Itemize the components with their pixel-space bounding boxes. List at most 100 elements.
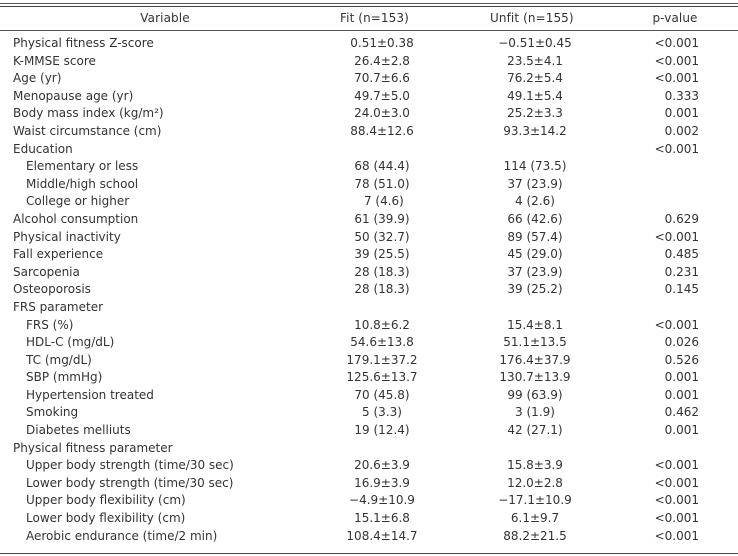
cell-unfit: 88.2±21.5 <box>503 528 567 543</box>
cell-fit: 15.1±6.8 <box>354 511 410 526</box>
table-row: Hypertension treated 70 (45.8) 99 (63.9) 0.… <box>0 387 738 405</box>
cell-unfit: −0.51±0.45 <box>498 36 572 50</box>
cell-pvalue: 0.026 <box>664 335 699 350</box>
table-row: Body mass index (kg/m²) 24.0±3.0 25.2±3.3 0… <box>0 105 738 123</box>
cell-fit: 70.7±6.6 <box>354 71 410 86</box>
cell-pvalue: 0.231 <box>664 264 699 279</box>
cell-pvalue: 0.001 <box>664 106 699 121</box>
header-variable: Variable <box>140 11 190 25</box>
cell-unfit: 93.3±14.2 <box>503 123 567 138</box>
cell-fit: 5 (3.3) <box>362 405 402 420</box>
cell-unfit: 4 (2.6) <box>515 194 555 209</box>
table-row: TC (mg/dL) 179.1±37.2 176.4±37.9 0.526 <box>0 352 738 370</box>
table-body: Physical fitness Z-score 0.51±0.38 −0.51±0… <box>0 35 738 545</box>
cell-variable: College or higher <box>26 194 130 209</box>
table-row: Physical fitness Z-score 0.51±0.38 −0.51±0… <box>0 35 738 53</box>
table-row: HDL-C (mg/dL) 54.6±13.8 51.1±13.5 0.026 <box>0 334 738 352</box>
header-pvalue: p-value <box>652 11 698 25</box>
cell-pvalue: 0.001 <box>664 370 699 385</box>
cell-variable: SBP (mmHg) <box>26 370 103 385</box>
cell-unfit: 130.7±13.9 <box>499 370 571 385</box>
cell-fit: 24.0±3.0 <box>354 106 410 121</box>
cell-unfit: 176.4±37.9 <box>499 352 571 367</box>
cell-unfit: 37 (23.9) <box>507 176 563 191</box>
table-row: Waist circumstance (cm) 88.4±12.6 93.3±14.… <box>0 123 738 141</box>
cell-unfit: 37 (23.9) <box>507 264 563 279</box>
cell-fit: 16.9±3.9 <box>354 475 410 490</box>
cell-unfit: 76.2±5.4 <box>507 71 563 86</box>
cell-unfit: 23.5±4.1 <box>507 53 563 68</box>
cell-pvalue: 0.526 <box>664 352 699 367</box>
cell-pvalue: 0.485 <box>664 247 699 262</box>
cell-variable: Body mass index (kg/m²) <box>13 106 164 121</box>
cell-pvalue: 0.001 <box>664 423 699 438</box>
cell-fit: 10.8±6.2 <box>354 317 410 332</box>
cell-pvalue: <0.001 <box>654 229 699 244</box>
cell-variable: Sarcopenia <box>13 264 80 279</box>
cell-pvalue: <0.001 <box>654 36 699 50</box>
table-row: Upper body strength (time/30 sec) 20.6±3.… <box>0 457 738 475</box>
cell-variable: Physical fitness Z-score <box>13 36 154 50</box>
cell-pvalue: <0.001 <box>654 493 699 508</box>
cell-variable: FRS (%) <box>26 317 74 332</box>
table-row: K-MMSE score 26.4±2.8 23.5±4.1 <0.001 <box>0 53 738 71</box>
cell-pvalue: 0.629 <box>664 211 699 226</box>
cell-variable: FRS parameter <box>13 299 104 314</box>
cell-pvalue: 0.145 <box>664 282 699 297</box>
cell-unfit: 99 (63.9) <box>507 387 563 402</box>
cell-unfit: 39 (25.2) <box>507 282 563 297</box>
cell-pvalue: <0.001 <box>654 71 699 86</box>
table-row: Age (yr) 70.7±6.6 76.2±5.4 <0.001 <box>0 70 738 88</box>
cell-variable: Elementary or less <box>26 159 139 174</box>
table-row: Physical fitness parameter <box>0 440 738 458</box>
cell-variable: Menopause age (yr) <box>13 88 134 103</box>
cell-unfit: 51.1±13.5 <box>503 335 567 350</box>
cell-variable: Education <box>13 141 73 156</box>
cell-variable: Fall experience <box>13 247 104 262</box>
cell-unfit: −17.1±10.9 <box>498 493 572 508</box>
cell-unfit: 15.4±8.1 <box>507 317 563 332</box>
table-row: Sarcopenia 28 (18.3) 37 (23.9) 0.231 <box>0 264 738 282</box>
cell-pvalue: <0.001 <box>654 53 699 68</box>
cell-fit: 125.6±13.7 <box>346 370 418 385</box>
cell-variable: Osteoporosis <box>13 282 91 297</box>
cell-unfit: 12.0±2.8 <box>507 475 563 490</box>
table-row: FRS (%) 10.8±6.2 15.4±8.1 <0.001 <box>0 317 738 335</box>
cell-fit: 61 (39.9) <box>354 211 410 226</box>
cell-unfit: 45 (29.0) <box>507 247 563 262</box>
cell-variable: Physical inactivity <box>13 229 121 244</box>
table-row: Upper body flexibility (cm) −4.9±10.9 −17.… <box>0 492 738 510</box>
cell-fit: 54.6±13.8 <box>350 335 414 350</box>
table-row: Lower body strength (time/30 sec) 16.9±3.… <box>0 475 738 493</box>
cell-pvalue: <0.001 <box>654 528 699 543</box>
bottom-rule <box>0 553 738 554</box>
cell-unfit: 49.1±5.4 <box>507 88 563 103</box>
table-row: Physical inactivity 50 (32.7) 89 (57.4) <0.… <box>0 229 738 247</box>
table-row: FRS parameter <box>0 299 738 317</box>
table-header: Variable Fit (n=153) Unfit (n=155) p-val… <box>0 7 738 31</box>
cell-fit: 26.4±2.8 <box>354 53 410 68</box>
table-row: Osteoporosis 28 (18.3) 39 (25.2) 0.145 <box>0 281 738 299</box>
cell-fit: 28 (18.3) <box>354 282 410 297</box>
cell-unfit: 66 (42.6) <box>507 211 563 226</box>
cell-pvalue: 0.462 <box>664 405 699 420</box>
cell-fit: 78 (51.0) <box>354 176 410 191</box>
table-row: Alcohol consumption 61 (39.9) 66 (42.6) 0.6… <box>0 211 738 229</box>
header-fit: Fit (n=153) <box>340 11 409 25</box>
cell-fit: 49.7±5.0 <box>354 88 410 103</box>
table-row: Education <0.001 <box>0 141 738 159</box>
table-row: Menopause age (yr) 49.7±5.0 49.1±5.4 0.333 <box>0 88 738 106</box>
cell-fit: 108.4±14.7 <box>346 528 418 543</box>
cell-variable: HDL-C (mg/dL) <box>26 335 115 350</box>
cell-unfit: 6.1±9.7 <box>510 511 560 526</box>
cell-variable: Waist circumstance (cm) <box>13 123 162 138</box>
table-row: Smoking 5 (3.3) 3 (1.9) 0.462 <box>0 404 738 422</box>
cell-variable: K-MMSE score <box>13 53 96 68</box>
table-row: Lower body flexibility (cm) 15.1±6.8 6.1±9… <box>0 510 738 528</box>
cell-unfit: 89 (57.4) <box>507 229 563 244</box>
cell-fit: 50 (32.7) <box>354 229 410 244</box>
cell-pvalue: 0.001 <box>664 387 699 402</box>
cell-variable: Upper body strength (time/30 sec) <box>26 458 234 473</box>
cell-variable: Lower body flexibility (cm) <box>26 511 186 526</box>
cell-fit: 20.6±3.9 <box>354 458 410 473</box>
